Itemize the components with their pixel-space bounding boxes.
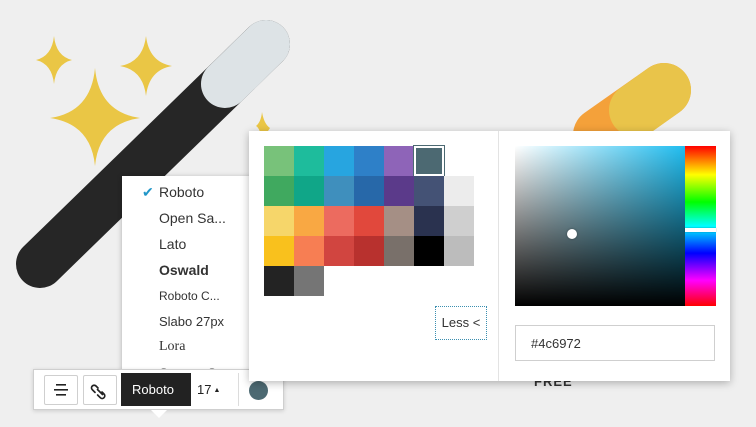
align-center-button[interactable] xyxy=(44,375,78,405)
color-swatch[interactable] xyxy=(324,206,354,236)
pencil-icon xyxy=(573,63,691,162)
link-button[interactable] xyxy=(83,375,117,405)
font-menu-item-label: Roboto xyxy=(159,184,205,200)
font-menu-item[interactable]: Open Sa... xyxy=(122,205,252,231)
color-swatch[interactable] xyxy=(324,176,354,206)
hue-slider-handle[interactable] xyxy=(685,228,716,232)
color-swatch[interactable] xyxy=(294,146,324,176)
color-swatch[interactable] xyxy=(264,176,294,206)
font-menu-item[interactable]: Roboto C... xyxy=(122,283,252,309)
color-swatch[interactable] xyxy=(414,176,444,206)
font-menu-item-label: Roboto C... xyxy=(159,288,220,303)
color-swatch[interactable] xyxy=(264,206,294,236)
font-dropdown-menu: ✔ Roboto Open Sa... Lato Oswald Roboto C... Sl… xyxy=(122,176,252,373)
text-color-button[interactable] xyxy=(249,381,268,400)
color-swatch[interactable] xyxy=(294,176,324,206)
font-family-select[interactable]: Roboto xyxy=(121,373,191,406)
font-menu-item-label: Oswald xyxy=(159,261,209,278)
color-swatch[interactable] xyxy=(354,146,384,176)
font-menu-item[interactable]: Oswald xyxy=(122,257,252,283)
color-picker-panel: Less < xyxy=(249,131,730,381)
color-swatch[interactable] xyxy=(294,206,324,236)
font-menu-item[interactable]: Lora xyxy=(122,334,252,360)
toolbar-divider xyxy=(238,373,239,406)
font-size-select[interactable]: 17 ▲ xyxy=(197,373,237,406)
color-swatch[interactable] xyxy=(264,236,294,266)
color-swatch[interactable] xyxy=(384,236,414,266)
picker-divider xyxy=(498,131,499,381)
color-swatch[interactable] xyxy=(354,176,384,206)
saturation-handle[interactable] xyxy=(567,229,577,239)
color-swatch[interactable] xyxy=(264,266,294,296)
color-swatch[interactable] xyxy=(384,206,414,236)
toolbar-pointer-arrow xyxy=(151,410,167,418)
color-swatch[interactable] xyxy=(444,206,474,236)
font-menu-item[interactable]: Lato xyxy=(122,231,252,257)
link-icon xyxy=(90,384,106,400)
font-menu-item[interactable]: Slabo 27px xyxy=(122,309,252,335)
color-swatch[interactable] xyxy=(444,176,474,206)
font-menu-item-label: Open Sa... xyxy=(159,209,226,226)
color-swatch-selected[interactable] xyxy=(413,145,445,177)
font-menu-item[interactable]: ✔ Roboto xyxy=(122,179,252,205)
less-button[interactable]: Less < xyxy=(435,306,487,340)
color-swatch[interactable] xyxy=(354,206,384,236)
saturation-value-area[interactable] xyxy=(515,146,686,306)
color-swatch[interactable] xyxy=(354,236,384,266)
color-swatch[interactable] xyxy=(384,146,414,176)
font-size-value: 17 xyxy=(197,382,212,397)
color-swatch[interactable] xyxy=(324,236,354,266)
align-center-icon xyxy=(54,384,68,396)
color-swatch[interactable] xyxy=(414,206,444,236)
font-menu-item-label: Slabo 27px xyxy=(159,313,225,329)
hue-slider[interactable] xyxy=(685,146,716,306)
color-swatch[interactable] xyxy=(384,176,414,206)
color-swatch[interactable] xyxy=(294,266,324,296)
font-menu-item-label: Lora xyxy=(159,339,186,355)
color-swatch[interactable] xyxy=(414,236,444,266)
hex-color-input[interactable] xyxy=(515,325,715,361)
color-swatch[interactable] xyxy=(444,236,474,266)
text-toolbar: Roboto 17 ▲ xyxy=(33,369,284,410)
caret-up-icon: ▲ xyxy=(213,387,221,394)
font-menu-item-label: Lato xyxy=(159,235,187,252)
checkmark-icon: ✔ xyxy=(142,184,154,200)
color-swatch[interactable] xyxy=(264,146,294,176)
color-swatch[interactable] xyxy=(324,146,354,176)
color-swatch[interactable] xyxy=(294,236,324,266)
